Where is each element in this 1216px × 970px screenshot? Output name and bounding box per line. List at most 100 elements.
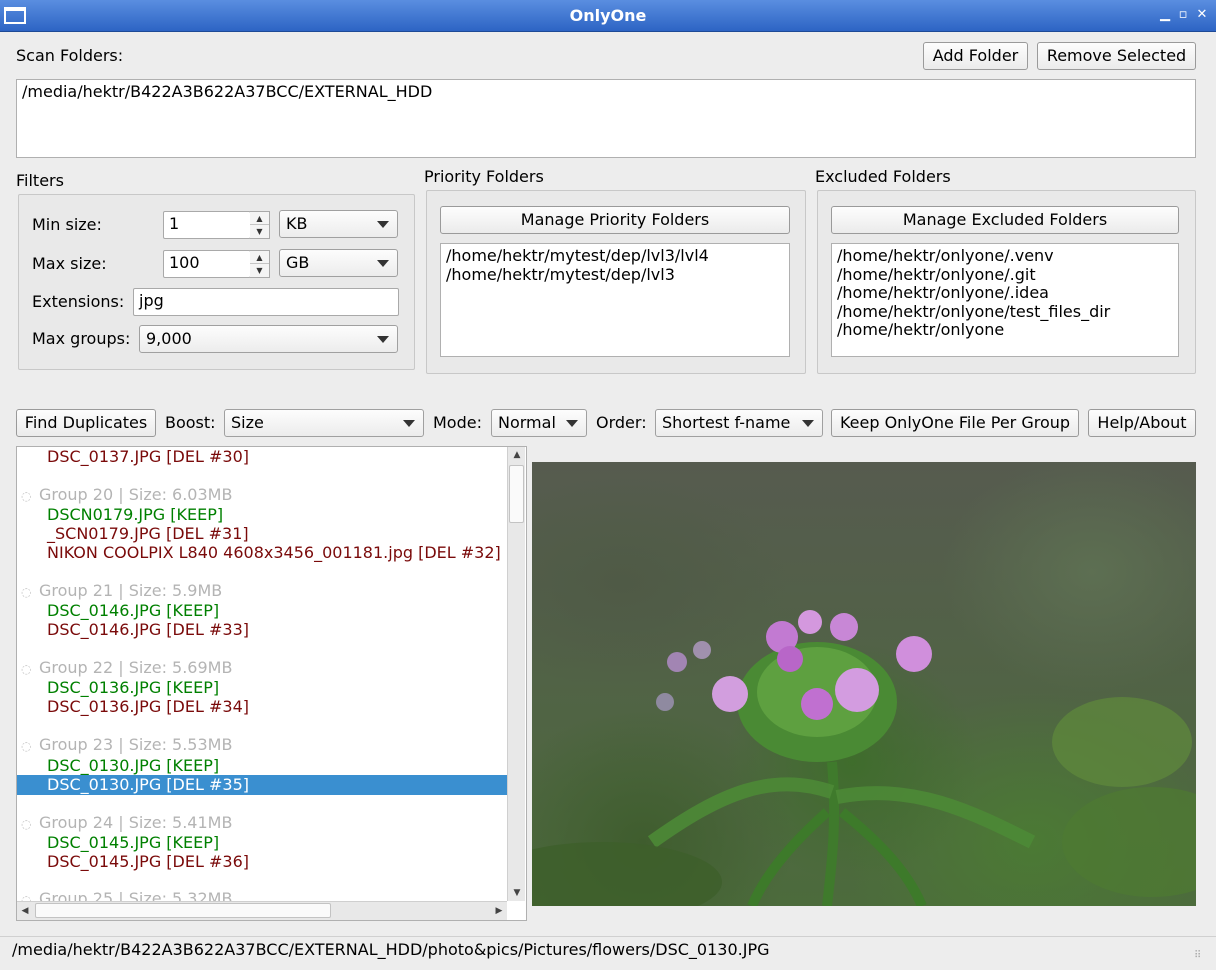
min-size-unit-select[interactable]: KB	[279, 210, 398, 238]
list-item[interactable]: /home/hektr/onlyone	[837, 320, 1173, 340]
excluded-folders-title: Excluded Folders	[815, 167, 951, 186]
list-item[interactable]: /home/hektr/onlyone/test_files_dir	[837, 302, 1173, 322]
chevron-down-icon	[403, 420, 415, 427]
keep-onlyone-button[interactable]: Keep OnlyOne File Per Group	[831, 409, 1079, 437]
arrow-right-icon[interactable]: ▶	[491, 902, 507, 920]
priority-folders-list[interactable]: /home/hektr/mytest/dep/lvl3/lvl4 /home/h…	[440, 243, 790, 357]
scan-folder-item[interactable]: /media/hektr/B422A3B622A37BCC/EXTERNAL_H…	[22, 82, 1190, 102]
image-preview	[532, 462, 1196, 906]
list-item[interactable]: DSC_0130.JPG [KEEP]	[17, 756, 507, 776]
list-item-selected[interactable]: DSC_0130.JPG [DEL #35]	[17, 775, 507, 795]
arrow-down-icon[interactable]: ▼	[508, 885, 526, 901]
max-size-label: Max size:	[32, 254, 107, 273]
group-icon: ◌	[21, 662, 32, 676]
list-item[interactable]: /home/hektr/mytest/dep/lvl3	[446, 265, 784, 285]
chevron-down-icon	[566, 420, 578, 427]
max-size-input[interactable]: 100	[163, 250, 251, 278]
scan-folders-list[interactable]: /media/hektr/B422A3B622A37BCC/EXTERNAL_H…	[16, 79, 1196, 158]
list-item[interactable]: NIKON COOLPIX L840 4608x3456_001181.jpg …	[17, 543, 507, 563]
filters-title: Filters	[16, 171, 64, 190]
group-header-label: Group 22 | Size: 5.69MB	[39, 658, 233, 677]
chevron-down-icon	[377, 260, 389, 267]
mode-label: Mode:	[433, 413, 482, 432]
boost-select[interactable]: Size	[224, 409, 424, 437]
boost-label: Boost:	[165, 413, 216, 432]
list-item[interactable]: DSC_0145.JPG [KEEP]	[17, 833, 507, 853]
list-item[interactable]: DSC_0146.JPG [DEL #33]	[17, 620, 507, 640]
max-groups-value: 9,000	[146, 329, 192, 348]
list-item[interactable]: DSC_0137.JPG [DEL #30]	[17, 447, 507, 467]
arrow-up-icon[interactable]: ▲	[250, 251, 269, 264]
help-about-button[interactable]: Help/About	[1088, 409, 1196, 437]
add-folder-button[interactable]: Add Folder	[923, 42, 1028, 70]
chevron-down-icon	[802, 420, 814, 427]
list-item[interactable]: /home/hektr/onlyone/.idea	[837, 283, 1173, 303]
arrow-down-icon[interactable]: ▼	[250, 225, 269, 238]
order-value: Shortest f-name	[662, 413, 791, 432]
min-size-unit-value: KB	[286, 214, 308, 233]
status-path: /media/hektr/B422A3B622A37BCC/EXTERNAL_H…	[12, 940, 770, 959]
arrow-down-icon[interactable]: ▼	[250, 264, 269, 277]
list-item[interactable]: _SCN0179.JPG [DEL #31]	[17, 524, 507, 544]
manage-excluded-folders-button[interactable]: Manage Excluded Folders	[831, 206, 1179, 234]
results-horizontal-scrollbar[interactable]: ◀ ▶	[17, 901, 507, 920]
window-title: OnlyOne	[569, 6, 647, 25]
group-header-label: Group 20 | Size: 6.03MB	[39, 485, 233, 504]
excluded-folders-list[interactable]: /home/hektr/onlyone/.venv /home/hektr/on…	[831, 243, 1179, 357]
list-item[interactable]: DSC_0136.JPG [KEEP]	[17, 678, 507, 698]
group-icon: ◌	[21, 739, 32, 753]
extensions-input[interactable]: jpg	[133, 288, 399, 316]
max-groups-select[interactable]: 9,000	[139, 325, 398, 353]
group-header[interactable]: ◌ Group 23 | Size: 5.53MB	[17, 735, 507, 755]
list-item[interactable]: DSCN0179.JPG [KEEP]	[17, 505, 507, 525]
list-item[interactable]: DSC_0146.JPG [KEEP]	[17, 601, 507, 621]
list-item[interactable]: DSC_0136.JPG [DEL #34]	[17, 697, 507, 717]
list-item[interactable]: /home/hektr/onlyone/.git	[837, 265, 1173, 285]
group-header-label: Group 23 | Size: 5.53MB	[39, 735, 233, 754]
arrow-left-icon[interactable]: ◀	[17, 902, 33, 920]
order-select[interactable]: Shortest f-name	[655, 409, 823, 437]
remove-selected-button[interactable]: Remove Selected	[1037, 42, 1196, 70]
results-vertical-scrollbar[interactable]: ▲ ▼	[507, 447, 525, 901]
min-size-input[interactable]: 1	[163, 211, 251, 239]
minimize-icon[interactable]: ▁	[1156, 6, 1174, 24]
priority-folders-title: Priority Folders	[424, 167, 544, 186]
arrow-up-icon[interactable]: ▲	[250, 212, 269, 225]
manage-priority-folders-button[interactable]: Manage Priority Folders	[440, 206, 790, 234]
chevron-down-icon	[377, 336, 389, 343]
group-header[interactable]: ◌ Group 22 | Size: 5.69MB	[17, 658, 507, 678]
mode-select[interactable]: Normal	[491, 409, 587, 437]
max-size-stepper[interactable]: ▲ ▼	[250, 250, 270, 278]
min-size-stepper[interactable]: ▲ ▼	[250, 211, 270, 239]
scan-folders-label: Scan Folders:	[16, 46, 124, 65]
group-header[interactable]: ◌ Group 24 | Size: 5.41MB	[17, 813, 507, 833]
chevron-down-icon	[377, 221, 389, 228]
max-size-unit-select[interactable]: GB	[279, 249, 398, 277]
maximize-icon[interactable]: ▫	[1174, 6, 1192, 24]
scrollbar-thumb[interactable]	[509, 465, 524, 523]
results-list[interactable]: DSC_0137.JPG [DEL #30] ◌ Group 20 | Size:…	[16, 446, 527, 921]
group-header[interactable]: ◌ Group 20 | Size: 6.03MB	[17, 485, 507, 505]
close-icon[interactable]: ✕	[1193, 6, 1211, 24]
find-duplicates-button[interactable]: Find Duplicates	[16, 409, 156, 437]
list-item[interactable]: /home/hektr/mytest/dep/lvl3/lvl4	[446, 246, 784, 266]
group-header-label: Group 21 | Size: 5.9MB	[39, 581, 223, 600]
max-groups-label: Max groups:	[32, 329, 131, 348]
splitter-handle[interactable]: ⋮	[528, 668, 538, 700]
resize-grip-icon[interactable]: ⠿	[1194, 950, 1208, 964]
group-header-label: Group 24 | Size: 5.41MB	[39, 813, 233, 832]
scrollbar-thumb[interactable]	[35, 903, 331, 918]
title-bar: OnlyOne ▁ ▫ ✕	[0, 0, 1216, 32]
flower-photo	[532, 610, 1196, 906]
group-icon: ◌	[21, 489, 32, 503]
group-header[interactable]: ◌ Group 21 | Size: 5.9MB	[17, 581, 507, 601]
list-item[interactable]: /home/hektr/onlyone/.venv	[837, 246, 1173, 266]
extensions-label: Extensions:	[32, 292, 125, 311]
group-icon: ◌	[21, 585, 32, 599]
arrow-up-icon[interactable]: ▲	[508, 447, 526, 463]
status-bar: /media/hektr/B422A3B622A37BCC/EXTERNAL_H…	[0, 936, 1216, 970]
list-item[interactable]: DSC_0145.JPG [DEL #36]	[17, 852, 507, 872]
group-icon: ◌	[21, 817, 32, 831]
order-label: Order:	[596, 413, 647, 432]
boost-value: Size	[231, 413, 264, 432]
